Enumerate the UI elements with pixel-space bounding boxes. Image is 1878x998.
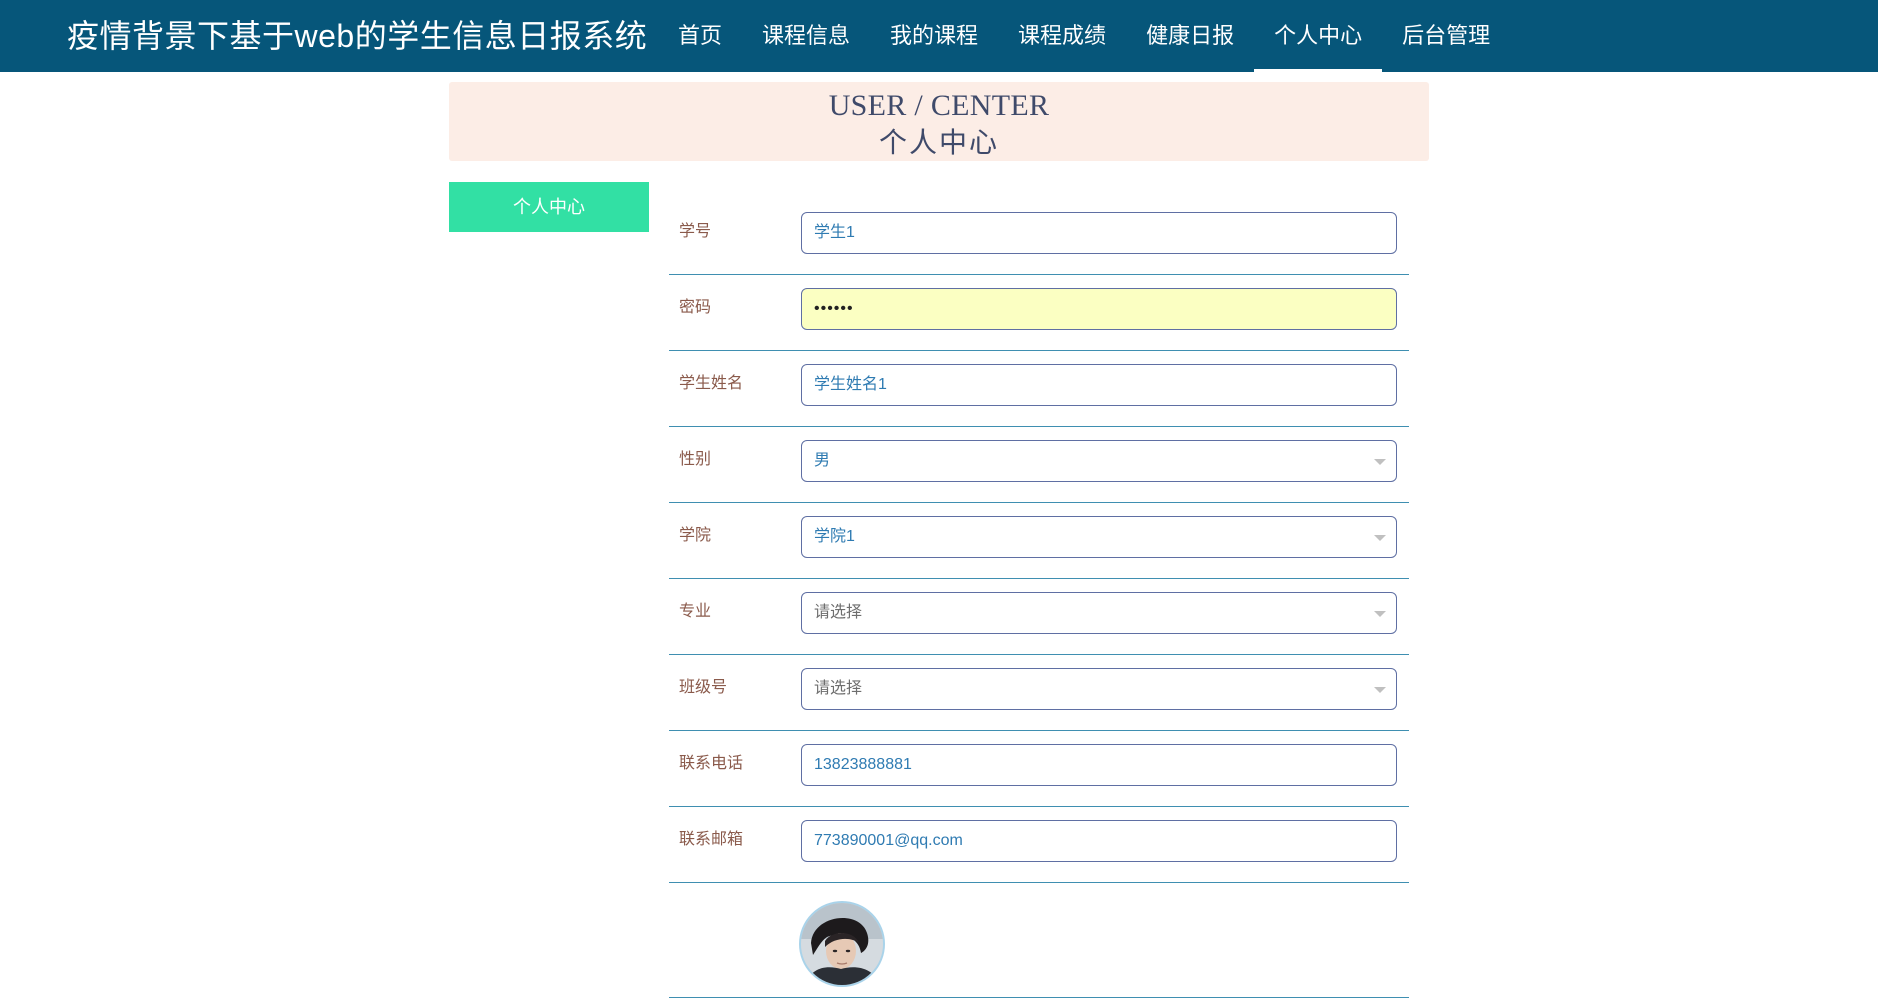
email-input[interactable]: 773890001@qq.com — [801, 820, 1397, 862]
profile-form: 学号 学生1 密码 •••••• 学生姓名 学生姓名1 性别 男 学院 学院1 … — [669, 199, 1409, 998]
nav-item-home[interactable]: 首页 — [658, 0, 742, 72]
class-no-select[interactable]: 请选择 — [801, 668, 1397, 710]
nav-item-user-center[interactable]: 个人中心 — [1254, 0, 1383, 72]
college-label: 学院 — [679, 527, 712, 544]
major-select-value: 请选择 — [814, 604, 863, 621]
nav-item-course-info[interactable]: 课程信息 — [742, 0, 870, 72]
nav-item-course-grades[interactable]: 课程成绩 — [998, 0, 1126, 72]
gender-select[interactable]: 男 — [801, 440, 1397, 482]
student-name-label: 学生姓名 — [679, 375, 744, 392]
form-row-password: 密码 •••••• — [669, 275, 1409, 351]
form-row-avatar — [669, 883, 1409, 998]
student-id-input[interactable]: 学生1 — [801, 212, 1397, 254]
chevron-down-icon — [1374, 535, 1386, 541]
password-label: 密码 — [679, 299, 712, 316]
class-no-label: 班级号 — [679, 679, 728, 696]
main-nav: 首页 课程信息 我的课程 课程成绩 健康日报 个人中心 后台管理 — [658, 0, 1510, 72]
banner-title-en: USER / CENTER — [828, 89, 1050, 122]
form-row-email: 联系邮箱 773890001@qq.com — [669, 807, 1409, 883]
student-name-input[interactable]: 学生姓名1 — [801, 364, 1397, 406]
form-row-gender: 性别 男 — [669, 427, 1409, 503]
gender-label: 性别 — [679, 451, 712, 468]
sidebar-tab-user-center[interactable]: 个人中心 — [449, 182, 649, 232]
gender-select-value: 男 — [814, 452, 831, 469]
college-select-value: 学院1 — [814, 528, 855, 545]
college-select[interactable]: 学院1 — [801, 516, 1397, 558]
form-row-college: 学院 学院1 — [669, 503, 1409, 579]
chevron-down-icon — [1374, 611, 1386, 617]
chevron-down-icon — [1374, 459, 1386, 465]
form-row-phone: 联系电话 13823888881 — [669, 731, 1409, 807]
major-select[interactable]: 请选择 — [801, 592, 1397, 634]
class-no-select-value: 请选择 — [814, 680, 863, 697]
app-title: 疫情背景下基于web的学生信息日报系统 — [67, 18, 648, 54]
nav-item-health-report[interactable]: 健康日报 — [1126, 0, 1254, 72]
password-input[interactable]: •••••• — [801, 288, 1397, 330]
phone-label: 联系电话 — [679, 755, 744, 772]
phone-input[interactable]: 13823888881 — [801, 744, 1397, 786]
form-row-student-name: 学生姓名 学生姓名1 — [669, 351, 1409, 427]
avatar-photo-icon — [801, 903, 883, 985]
form-row-major: 专业 请选择 — [669, 579, 1409, 655]
avatar[interactable] — [799, 901, 885, 987]
major-label: 专业 — [679, 603, 712, 620]
nav-item-admin[interactable]: 后台管理 — [1382, 0, 1510, 72]
nav-item-my-courses[interactable]: 我的课程 — [870, 0, 998, 72]
chevron-down-icon — [1374, 687, 1386, 693]
banner-title-cn: 个人中心 — [878, 128, 999, 159]
email-label: 联系邮箱 — [679, 831, 744, 848]
page-banner: USER / CENTER 个人中心 — [449, 82, 1429, 161]
student-id-label: 学号 — [679, 223, 712, 240]
form-row-student-id: 学号 学生1 — [669, 199, 1409, 275]
top-navbar: 疫情背景下基于web的学生信息日报系统 首页 课程信息 我的课程 课程成绩 健康… — [0, 0, 1878, 72]
form-row-class-no: 班级号 请选择 — [669, 655, 1409, 731]
